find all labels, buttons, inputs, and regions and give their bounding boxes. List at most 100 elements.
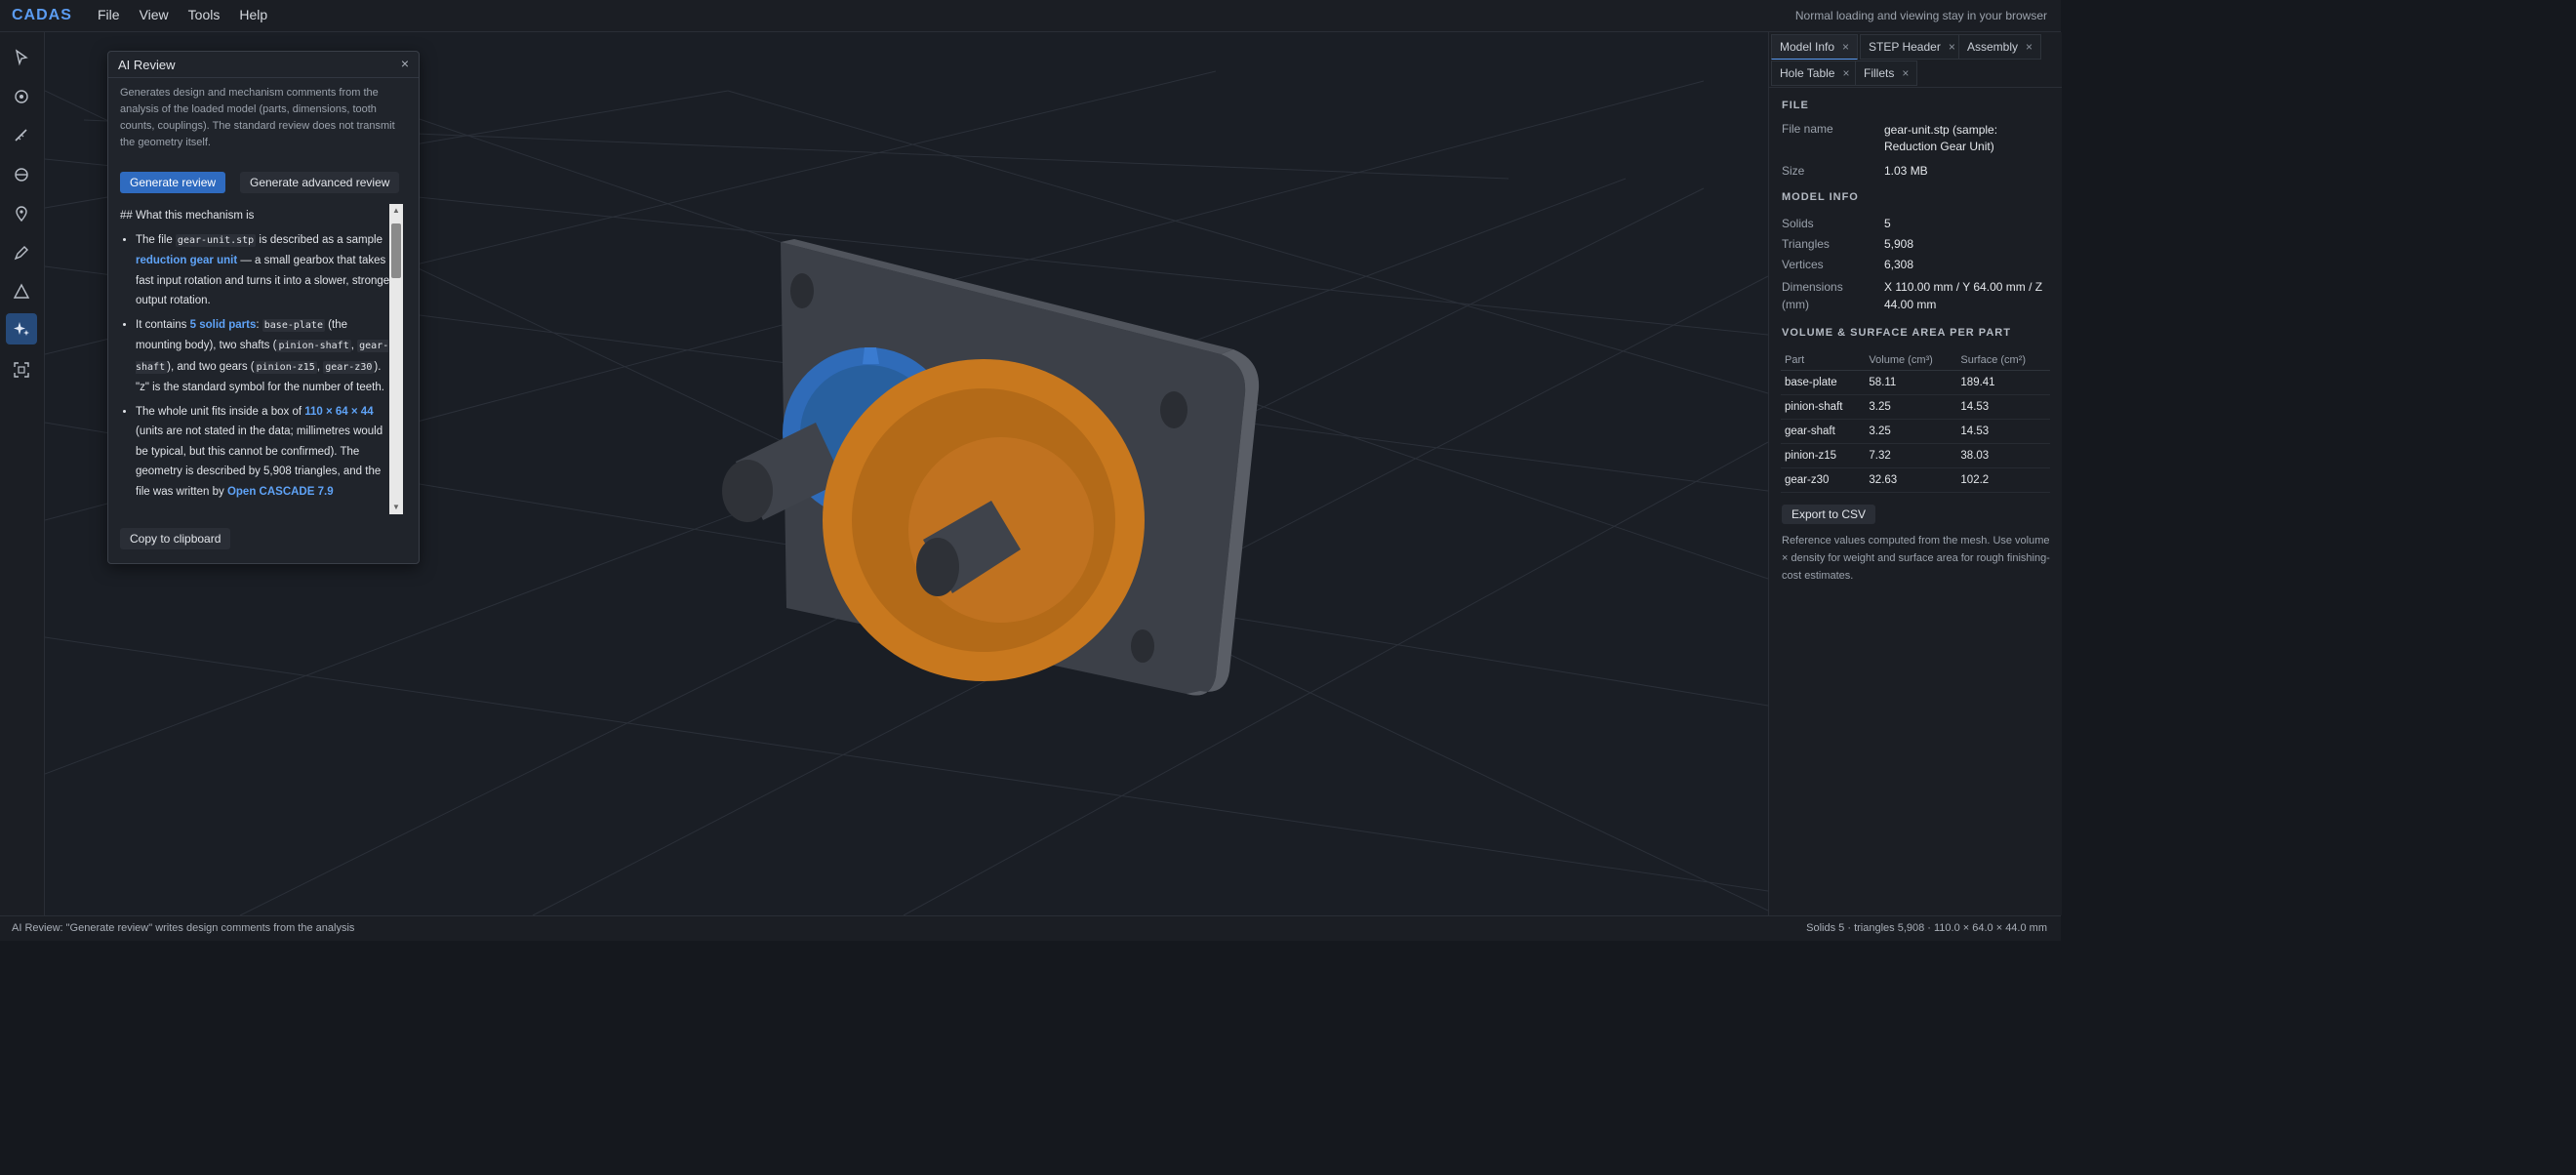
orbit-tool-button[interactable]	[6, 81, 37, 112]
size-value: 1.03 MB	[1884, 164, 1928, 178]
text: :	[256, 318, 262, 331]
pointer-icon	[15, 49, 28, 66]
menu-view[interactable]: View	[130, 0, 179, 31]
tab-label: Fillets	[1864, 66, 1895, 80]
pen-tool-button[interactable]	[6, 237, 37, 268]
ai-review-tool-button[interactable]	[6, 313, 37, 344]
highlight: 110 × 64 × 44	[304, 405, 374, 418]
part-name: base-plate	[1781, 370, 1866, 395]
dimensions-value: X 110.00 mm / Y 64.00 mm / Z 44.00 mm	[1884, 280, 2043, 311]
status-summary: Solids 5 · triangles 5,908 · 110.0 × 64.…	[1806, 922, 2047, 934]
review-heading: ## What this mechanism is	[120, 210, 255, 222]
model-info-section-title: MODEL INFO	[1782, 191, 1859, 203]
close-icon[interactable]: ×	[401, 56, 409, 71]
ai-review-description: Generates design and mechanism comments …	[120, 87, 395, 148]
review-bullet: The whole unit fits inside a box of 110 …	[136, 402, 395, 503]
close-tab-icon[interactable]: ×	[2026, 40, 2033, 54]
surface-column-header: Surface (cm²)	[1956, 350, 2050, 371]
close-tab-icon[interactable]: ×	[1842, 66, 1849, 80]
part-code: pinion-z15	[254, 360, 317, 374]
privacy-note: Normal loading and viewing stay in your …	[1794, 9, 2047, 22]
review-list: The file gear-unit.stp is described as a…	[118, 230, 395, 503]
file-name-label: File name	[1782, 122, 1833, 136]
menu-file[interactable]: File	[88, 0, 130, 31]
close-tab-icon[interactable]: ×	[1949, 40, 1955, 54]
menu-tools[interactable]: Tools	[179, 0, 230, 31]
file-section-title: FILE	[1782, 100, 1809, 111]
top-bar: CADAS File View Tools Help Normal loadin…	[0, 0, 2061, 32]
scroll-down-arrow-icon[interactable]: ▼	[389, 501, 403, 514]
tab-label: Assembly	[1967, 40, 2019, 54]
parts-table: Part Volume (cm³) Surface (cm²) base-pla…	[1781, 350, 2050, 493]
table-row: gear-shaft 3.25 14.53	[1781, 419, 2050, 444]
size-label: Size	[1782, 164, 1805, 178]
ai-review-panel: AI Review × Generates design and mechani…	[107, 51, 420, 564]
section-tool-button[interactable]	[6, 159, 37, 190]
reference-note: Reference values computed from the mesh.…	[1782, 535, 2050, 582]
vertices-label: Vertices	[1782, 258, 1824, 271]
part-volume: 3.25	[1865, 419, 1957, 444]
part-name: gear-z30	[1781, 467, 1866, 493]
close-tab-icon[interactable]: ×	[1902, 66, 1909, 80]
part-volume: 3.25	[1865, 394, 1957, 420]
generate-review-button[interactable]: Generate review	[120, 172, 226, 193]
part-name: pinion-z15	[1781, 443, 1866, 468]
table-header-row: Part Volume (cm³) Surface (cm²)	[1781, 350, 2050, 371]
pointer-tool-button[interactable]	[6, 42, 37, 73]
part-name: gear-shaft	[1781, 419, 1866, 444]
solids-label: Solids	[1782, 217, 1814, 230]
filename-code: gear-unit.stp	[175, 233, 257, 247]
menu-bar: File View Tools Help	[88, 0, 277, 31]
text: ), and two gears (	[167, 360, 255, 373]
export-csv-button[interactable]: Export to CSV	[1782, 505, 1876, 524]
text: It contains	[136, 318, 190, 331]
tab-fillets[interactable]: Fillets ×	[1855, 61, 1918, 86]
right-info-panel: Model Info × STEP Header × Assembly × Hole …	[1768, 32, 2062, 915]
status-bar: AI Review: "Generate review" writes desi…	[0, 915, 2061, 941]
tab-hole-table[interactable]: Hole Table ×	[1771, 61, 1859, 86]
measure-tool-button[interactable]	[6, 120, 37, 151]
warning-tool-button[interactable]	[6, 276, 37, 307]
dimensions-label: Dimensions (mm)	[1782, 280, 1843, 311]
section-icon	[15, 168, 28, 182]
solids-value: 5	[1884, 217, 1891, 230]
ai-review-output: ## What this mechanism is The file gear-…	[118, 204, 395, 516]
scroll-up-arrow-icon[interactable]: ▲	[389, 204, 403, 218]
part-surface: 38.03	[1956, 443, 2050, 468]
pin-tool-button[interactable]	[6, 198, 37, 229]
tab-step-header[interactable]: STEP Header ×	[1860, 34, 1964, 60]
ai-review-title: AI Review	[118, 58, 176, 72]
app-logo: CADAS	[12, 7, 72, 23]
volume-column-header: Volume (cm³)	[1865, 350, 1957, 371]
copy-to-clipboard-button[interactable]: Copy to clipboard	[120, 528, 231, 549]
volume-section-title: VOLUME & SURFACE AREA PER PART	[1782, 327, 2011, 339]
fit-view-icon	[14, 362, 29, 378]
part-surface: 14.53	[1956, 394, 2050, 420]
highlight: Open CASCADE 7.9	[226, 485, 334, 498]
triangles-value: 5,908	[1884, 237, 1914, 251]
scroll-thumb[interactable]	[391, 223, 401, 278]
tab-model-info[interactable]: Model Info ×	[1771, 34, 1859, 60]
close-tab-icon[interactable]: ×	[1842, 40, 1849, 54]
part-column-header: Part	[1781, 350, 1866, 371]
menu-help[interactable]: Help	[229, 0, 277, 31]
fit-view-tool-button[interactable]	[6, 354, 37, 385]
part-surface: 102.2	[1956, 467, 2050, 493]
tab-label: Model Info	[1780, 40, 1835, 54]
review-bullet: It contains 5 solid parts: base-plate (t…	[136, 315, 395, 398]
table-row: pinion-shaft 3.25 14.53	[1781, 394, 2050, 420]
ai-sparkle-icon	[14, 322, 29, 336]
part-volume: 7.32	[1865, 443, 1957, 468]
part-name: pinion-shaft	[1781, 394, 1866, 420]
orbit-icon	[15, 90, 28, 103]
review-scrollbar[interactable]: ▲ ▼	[389, 204, 403, 514]
generate-advanced-review-button[interactable]: Generate advanced review	[240, 172, 400, 193]
tab-assembly[interactable]: Assembly ×	[1958, 34, 2042, 60]
pen-icon	[14, 246, 28, 261]
text: The file	[136, 233, 176, 246]
measure-icon	[15, 129, 27, 142]
part-code: base-plate	[262, 318, 325, 332]
part-surface: 14.53	[1956, 419, 2050, 444]
table-row: gear-z30 32.63 102.2	[1781, 467, 2050, 493]
text: The whole unit fits inside a box of	[136, 405, 305, 418]
